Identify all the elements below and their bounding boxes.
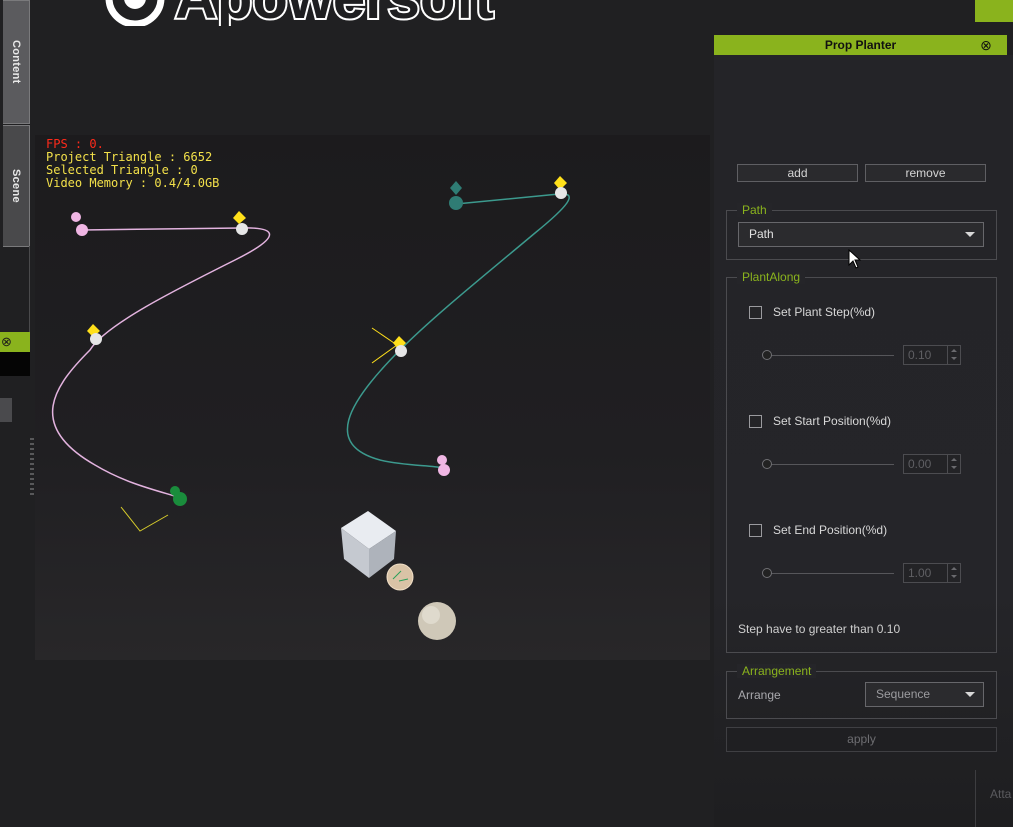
- tab-content-label: Content: [10, 40, 22, 84]
- end-position-label: Set End Position(%d): [773, 523, 888, 537]
- add-button[interactable]: add: [737, 164, 858, 182]
- start-position-slider-track[interactable]: [766, 464, 894, 465]
- start-position-label: Set Start Position(%d): [773, 414, 892, 428]
- start-position-spinbox[interactable]: 0.00: [903, 454, 961, 474]
- arrange-select[interactable]: Sequence: [865, 682, 984, 707]
- close-icon[interactable]: ⊗: [1, 335, 15, 349]
- pink-start-node[interactable]: [71, 212, 88, 236]
- small-sphere-object[interactable]: [386, 563, 414, 591]
- svg-text:Apowersoft: Apowersoft: [175, 0, 494, 26]
- spinner-arrows-icon[interactable]: [947, 564, 960, 582]
- plant-step-spinbox[interactable]: 0.10: [903, 345, 961, 365]
- bottom-right-label: Atta: [990, 787, 1012, 801]
- remove-button[interactable]: remove: [865, 164, 986, 182]
- start-position-value: 0.00: [908, 457, 932, 471]
- plant-step-label: Set Plant Step(%d): [773, 305, 876, 319]
- plant-step-slider-track[interactable]: [766, 355, 894, 356]
- chevron-down-icon: [965, 232, 975, 237]
- spinner-arrows-icon[interactable]: [947, 455, 960, 473]
- tab-scene-label: Scene: [10, 169, 22, 203]
- pink-end-node[interactable]: [437, 455, 450, 476]
- plantalong-group-title: PlantAlong: [737, 270, 806, 284]
- path-control-point[interactable]: [87, 324, 102, 345]
- end-position-spinbox[interactable]: 1.00: [903, 563, 961, 583]
- tab-content[interactable]: Content: [3, 0, 30, 124]
- apply-button[interactable]: apply: [726, 727, 997, 752]
- top-right-accent-tab[interactable]: [975, 0, 1013, 22]
- plant-step-slider-knob[interactable]: [762, 350, 772, 360]
- path-select-value: Path: [749, 227, 774, 241]
- pink-path-curve[interactable]: [51, 227, 271, 498]
- tab-scene[interactable]: Scene: [3, 125, 30, 247]
- end-position-value: 1.00: [908, 566, 932, 580]
- splitter-grip[interactable]: [30, 438, 34, 498]
- left-strip-divider: [3, 246, 30, 332]
- bottom-divider: [975, 770, 976, 827]
- teal-path-curve[interactable]: [346, 193, 570, 469]
- left-panel-dark-bar: [0, 352, 30, 376]
- chevron-down-icon: [965, 692, 975, 697]
- plant-step-checkbox[interactable]: [749, 306, 762, 319]
- path-control-point[interactable]: [554, 176, 567, 199]
- path-control-point-selected[interactable]: [371, 327, 407, 364]
- 3d-viewport[interactable]: FPS : 0. Project Triangle : 6652 Selecte…: [35, 135, 710, 660]
- apowersoft-watermark: Apowersoft: [105, 0, 495, 26]
- path-group-title: Path: [737, 203, 772, 217]
- arrange-label: Arrange: [738, 688, 781, 702]
- mouse-cursor-icon: [848, 249, 862, 269]
- gizmo-lines: [120, 506, 169, 532]
- path-control-point[interactable]: [233, 211, 248, 235]
- video-memory-readout: Video Memory : 0.4/4.0GB: [46, 176, 220, 190]
- viewport-scene: [51, 176, 570, 640]
- start-position-slider-knob[interactable]: [762, 459, 772, 469]
- start-position-checkbox[interactable]: [749, 415, 762, 428]
- end-position-slider-track[interactable]: [766, 573, 894, 574]
- end-position-checkbox[interactable]: [749, 524, 762, 537]
- path-select[interactable]: Path: [738, 222, 984, 247]
- spinner-arrows-icon[interactable]: [947, 346, 960, 364]
- plant-step-value: 0.10: [908, 348, 932, 362]
- teal-start-node[interactable]: [449, 181, 463, 210]
- end-position-slider-knob[interactable]: [762, 568, 772, 578]
- cube-object[interactable]: [341, 511, 396, 578]
- close-icon[interactable]: ⊗: [978, 37, 994, 53]
- arrange-select-value: Sequence: [876, 687, 931, 701]
- arrangement-group-title: Arrangement: [737, 664, 817, 678]
- left-scroll-handle[interactable]: [0, 398, 12, 422]
- large-sphere-object[interactable]: [418, 602, 456, 640]
- panel-title: Prop Planter: [714, 35, 1007, 55]
- step-note: Step have to greater than 0.10: [738, 622, 901, 636]
